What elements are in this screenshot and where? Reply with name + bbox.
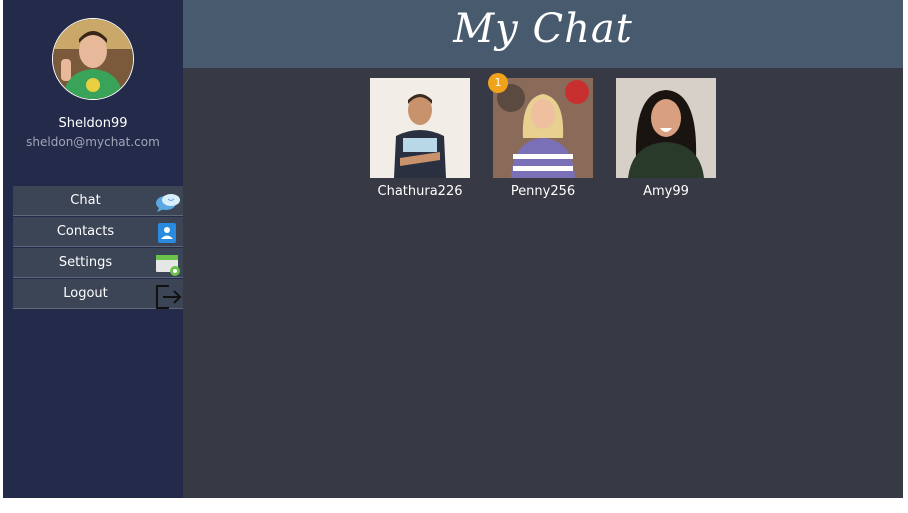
menu-item-label: Contacts bbox=[56, 224, 115, 239]
contact-name: Penny256 bbox=[510, 184, 576, 199]
menu-item-label: Logout bbox=[63, 286, 108, 301]
contact-card[interactable]: 1 Penny256 bbox=[488, 73, 593, 199]
contacts-icon bbox=[155, 222, 179, 244]
menu-item-settings[interactable]: Settings bbox=[13, 248, 183, 278]
unread-badge: 1 bbox=[488, 73, 508, 93]
chat-bubbles-icon bbox=[155, 191, 180, 213]
contact-name: Amy99 bbox=[643, 184, 689, 199]
logout-icon bbox=[155, 284, 182, 309]
menu-item-contacts[interactable]: Contacts bbox=[13, 217, 183, 247]
contact-card[interactable]: Chathura226 bbox=[370, 78, 470, 199]
contact-photo bbox=[616, 78, 716, 178]
sidebar: Sheldon99 sheldon@mychat.com Chat Contac… bbox=[3, 0, 183, 498]
contact-card[interactable]: Amy99 bbox=[616, 78, 716, 199]
settings-card-icon bbox=[155, 253, 180, 276]
menu-item-logout[interactable]: Logout bbox=[13, 279, 183, 309]
contact-photo bbox=[370, 78, 470, 178]
contact-name: Chathura226 bbox=[377, 184, 463, 199]
header: My Chat bbox=[183, 0, 903, 68]
profile-username: Sheldon99 bbox=[58, 116, 128, 131]
avatar-image bbox=[53, 19, 133, 99]
main-panel: My Chat Chathura226 1 Penny256 Amy99 bbox=[183, 0, 903, 498]
app-title: My Chat bbox=[453, 6, 633, 52]
contact-photo bbox=[493, 78, 593, 178]
profile-email: sheldon@mychat.com bbox=[26, 135, 160, 149]
profile-avatar[interactable] bbox=[52, 18, 134, 100]
menu-item-label: Settings bbox=[58, 255, 113, 270]
sidebar-menu: Chat Contacts Settings Logout bbox=[13, 186, 183, 310]
app-window: Sheldon99 sheldon@mychat.com Chat Contac… bbox=[3, 0, 903, 498]
menu-item-chat[interactable]: Chat bbox=[13, 186, 183, 216]
menu-item-label: Chat bbox=[70, 193, 101, 208]
